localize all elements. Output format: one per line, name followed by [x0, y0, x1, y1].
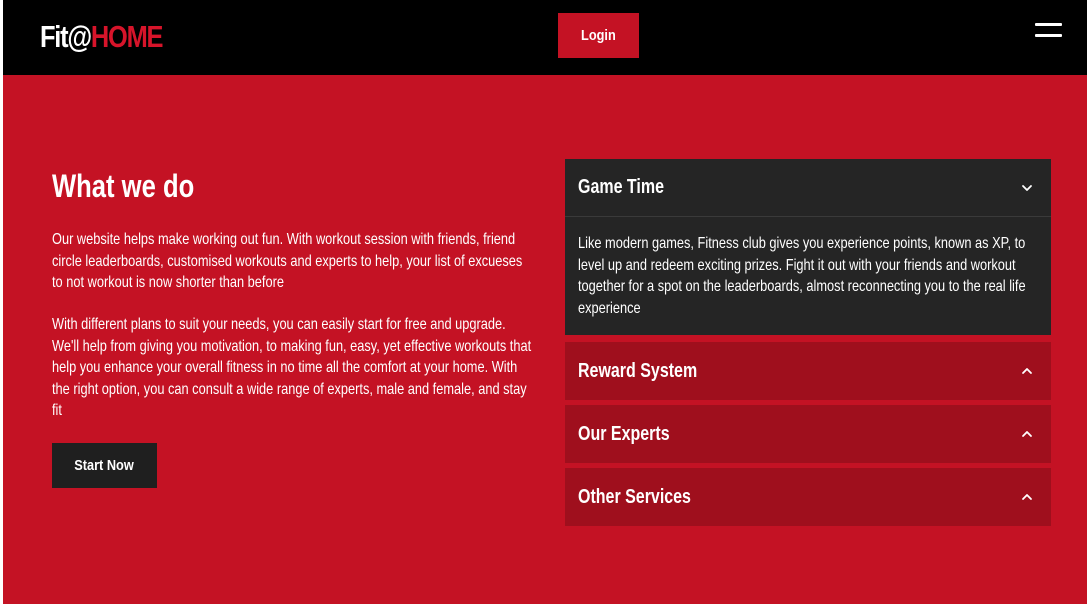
- brand-text-fit: Fit@: [40, 19, 92, 54]
- accordion-header-our-experts[interactable]: Our Experts: [565, 405, 1051, 463]
- accordion-item-our-experts: Our Experts: [565, 405, 1051, 463]
- login-button-label: Login: [581, 27, 616, 44]
- login-button[interactable]: Login: [558, 13, 639, 58]
- section-heading: What we do: [52, 168, 195, 204]
- accordion-item-reward-system: Reward System: [565, 342, 1051, 400]
- accordion-item-other-services: Other Services: [565, 468, 1051, 526]
- accordion-item-game-time: Game Time Like modern games, Fitness clu…: [565, 159, 1051, 335]
- chevron-up-icon: [1022, 368, 1032, 374]
- intro-paragraph: Our website helps make working out fun. …: [52, 231, 523, 291]
- hamburger-line: [1035, 23, 1062, 26]
- brand-logo[interactable]: Fit@HOME: [40, 18, 164, 56]
- hamburger-line: [1035, 34, 1062, 37]
- start-now-label: Start Now: [74, 457, 135, 474]
- chevron-down-icon: [1022, 185, 1032, 191]
- accordion-title: Our Experts: [578, 422, 670, 445]
- accordion-body-text: Like modern games, Fitness club gives yo…: [578, 235, 1026, 317]
- chevron-up-icon: [1022, 431, 1032, 437]
- brand-text-home: HOME: [90, 19, 164, 54]
- start-now-button[interactable]: Start Now: [52, 443, 157, 488]
- chevron-up-icon: [1022, 494, 1032, 500]
- hamburger-menu-icon[interactable]: [1035, 22, 1065, 40]
- accordion-body-game-time: Like modern games, Fitness club gives yo…: [565, 217, 1051, 335]
- accordion-title: Reward System: [578, 359, 698, 382]
- accordion-title: Other Services: [578, 485, 691, 508]
- accordion-title: Game Time: [578, 176, 664, 198]
- page-edge: [0, 0, 3, 604]
- accordion-header-reward-system[interactable]: Reward System: [565, 342, 1051, 400]
- accordion-header-other-services[interactable]: Other Services: [565, 468, 1051, 526]
- plans-paragraph: With different plans to suit your needs,…: [52, 316, 532, 419]
- accordion-header-game-time[interactable]: Game Time: [565, 159, 1051, 217]
- navbar: Fit@HOME Login: [3, 0, 1087, 75]
